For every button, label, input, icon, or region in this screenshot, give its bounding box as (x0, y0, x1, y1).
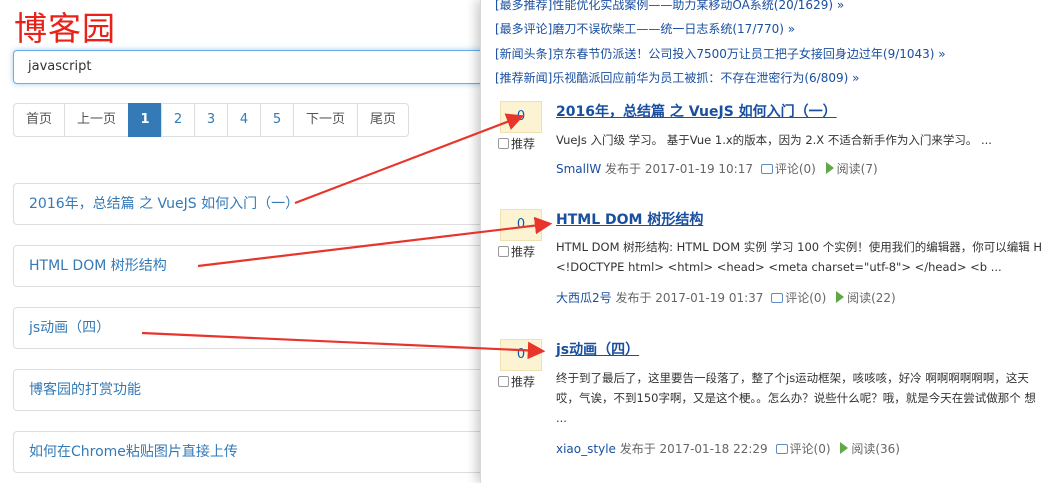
post-footer: 大西瓜2号 发布于 2017-01-19 01:37 评论(0) 阅读(22) (556, 289, 896, 306)
post-summary: HTML DOM 树形结构: HTML DOM 实例 学习 100 个实例！使用… (556, 240, 1043, 274)
digg-count[interactable]: 0 (500, 101, 542, 133)
post-comments[interactable]: 评论(0) (775, 162, 816, 176)
post-footer: SmallW 发布于 2017-01-19 10:17 评论(0) 阅读(7) (556, 160, 878, 177)
digg-count[interactable]: 0 (500, 339, 542, 371)
thumb-up-icon (498, 138, 509, 149)
read-icon (836, 291, 845, 303)
post-date: 发布于 2017-01-19 10:17 (605, 162, 753, 176)
search-input[interactable]: javascript (13, 50, 483, 84)
pager-page-5[interactable]: 5 (260, 103, 295, 137)
post-title[interactable]: HTML DOM 树形结构 (556, 209, 703, 229)
post-date: 发布于 2017-01-18 22:29 (619, 442, 768, 456)
comment-icon (775, 444, 788, 454)
comment-icon (760, 164, 773, 174)
post-summary: VueJs 入门级 学习。 基于Vue 1.x的版本，因为 2.X 不适合新手作… (556, 133, 992, 147)
blog-list-panel: [最多推荐]性能优化实战案例——助力某移动OA系统(20/1629) » [最多… (480, 0, 1045, 483)
post-footer: xiao_style 发布于 2017-01-18 22:29 评论(0) 阅读… (556, 440, 900, 457)
post-comments[interactable]: 评论(0) (785, 291, 826, 305)
post-reads[interactable]: 阅读(7) (837, 162, 878, 176)
thumb-up-icon (498, 246, 509, 257)
post-title[interactable]: js动画（四） (556, 339, 639, 359)
pager-page-1[interactable]: 1 (128, 103, 163, 137)
comment-icon (771, 293, 784, 303)
read-icon (825, 162, 834, 174)
thumb-up-icon (498, 376, 509, 387)
post-author[interactable]: xiao_style (556, 442, 616, 456)
search-page: 博客园 javascript 首页 上一页 1 2 3 4 5 下一页 尾页 2… (0, 0, 500, 483)
result-item[interactable]: 如何在Chrome粘贴图片直接上传 (13, 431, 493, 473)
pager-first[interactable]: 首页 (13, 103, 66, 137)
recommend-label: 推荐 (511, 375, 536, 389)
post-summary: 终于到了最后了，这里要告一段落了，整了个js运动框架，咳咳咳，好冷 啊啊啊啊啊啊… (556, 371, 1036, 425)
pager-last[interactable]: 尾页 (357, 103, 410, 137)
site-logo[interactable]: 博客园 (14, 2, 116, 50)
post-title[interactable]: 2016年，总结篇 之 VueJS 如何入门（一） (556, 101, 837, 121)
digg-count[interactable]: 0 (500, 209, 542, 241)
top-link[interactable]: [新闻头条]京东春节仍派送！公司投入7500万让员工把子女接回身边过年(9/10… (495, 45, 946, 62)
top-link[interactable]: [最多推荐]性能优化实战案例——助力某移动OA系统(20/1629) » (495, 0, 844, 13)
pager-page-4[interactable]: 4 (227, 103, 262, 137)
recommend-button[interactable]: 推荐 (498, 373, 535, 390)
pagination: 首页 上一页 1 2 3 4 5 下一页 尾页 (13, 103, 410, 137)
pager-page-2[interactable]: 2 (161, 103, 196, 137)
recommend-label: 推荐 (511, 245, 536, 259)
post-author[interactable]: SmallW (556, 162, 601, 176)
result-item[interactable]: HTML DOM 树形结构 (13, 245, 493, 287)
post-date: 发布于 2017-01-19 01:37 (615, 291, 764, 305)
post-reads[interactable]: 阅读(22) (847, 291, 896, 305)
post-comments[interactable]: 评论(0) (790, 442, 831, 456)
result-item[interactable]: 2016年，总结篇 之 VueJS 如何入门（一） (13, 183, 493, 225)
result-item[interactable]: 博客园的打赏功能 (13, 369, 493, 411)
top-link[interactable]: [最多评论]磨刀不误砍柴工——统一日志系统(17/770) » (495, 20, 795, 37)
result-item[interactable]: js动画（四） (13, 307, 493, 349)
post-author[interactable]: 大西瓜2号 (556, 291, 612, 305)
top-link[interactable]: [推荐新闻]乐视酷派回应前华为员工被抓：不存在泄密行为(6/809) » (495, 69, 859, 86)
recommend-label: 推荐 (511, 137, 536, 151)
pager-prev[interactable]: 上一页 (64, 103, 130, 137)
recommend-button[interactable]: 推荐 (498, 135, 535, 152)
pager-next[interactable]: 下一页 (293, 103, 359, 137)
recommend-button[interactable]: 推荐 (498, 243, 535, 260)
pager-page-3[interactable]: 3 (194, 103, 229, 137)
read-icon (840, 442, 849, 454)
post-reads[interactable]: 阅读(36) (851, 442, 900, 456)
